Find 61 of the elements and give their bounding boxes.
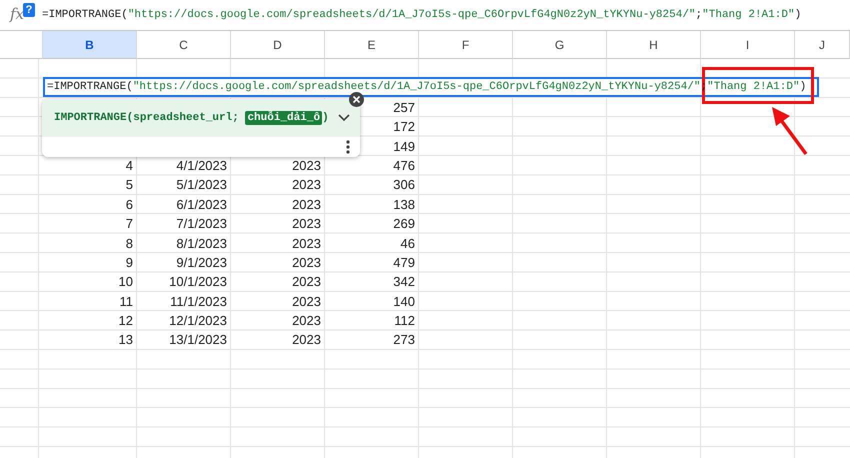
- cell-value: 9/1/2023: [176, 254, 227, 270]
- cell-value: 6: [126, 196, 133, 212]
- cell-value: 2023: [292, 274, 321, 290]
- cell-value: 269: [393, 216, 415, 232]
- cell-value: 10/1/2023: [169, 274, 227, 290]
- cell-value: 7: [126, 216, 133, 232]
- function-signature: IMPORTRANGE(spreadsheet_url; chuỗi_dải_ô ): [54, 110, 329, 126]
- cell-value: 13: [118, 332, 133, 348]
- function-icon: fx: [10, 7, 24, 22]
- cell-value: 13/1/2023: [169, 332, 227, 348]
- column-header[interactable]: D: [231, 31, 325, 59]
- cell-value: 2023: [292, 216, 321, 232]
- cell-value: 257: [393, 100, 415, 115]
- cell-value: 2023: [292, 332, 321, 348]
- column-header[interactable]: B: [43, 31, 137, 59]
- cell-value: 4: [126, 158, 133, 173]
- more-icon[interactable]: [346, 140, 350, 154]
- cell-value: 10: [118, 274, 133, 290]
- cell-value: 12/1/2023: [169, 313, 227, 328]
- cell-value: 149: [393, 138, 415, 154]
- column-header[interactable]: H: [607, 31, 701, 59]
- cell-value: 476: [393, 158, 415, 173]
- cell-value: 479: [393, 254, 415, 270]
- close-icon[interactable]: [349, 92, 364, 107]
- cell-value: 306: [393, 177, 415, 192]
- help-badge[interactable]: ?: [23, 3, 35, 17]
- cell-value: 9: [126, 254, 133, 270]
- arrow-icon: [772, 107, 808, 156]
- cell-value: 172: [393, 119, 415, 134]
- cell-value: 5: [126, 177, 133, 192]
- cell-value: 4/1/2023: [176, 158, 227, 173]
- column-header[interactable]: I: [701, 31, 795, 59]
- cell-value: 112: [394, 313, 415, 328]
- column-header[interactable]: J: [795, 31, 850, 59]
- cell-value: 273: [393, 332, 415, 348]
- cell-value: 2023: [292, 236, 321, 251]
- cell-value: 11: [120, 294, 133, 309]
- cell-value: 2023: [292, 177, 321, 192]
- cell-value: 12: [118, 313, 133, 328]
- cell-value: 2023: [292, 313, 321, 328]
- cell-value: 2023: [292, 158, 321, 173]
- cell-value: 2023: [292, 254, 321, 270]
- cell-value: 342: [393, 274, 415, 290]
- column-header[interactable]: E: [325, 31, 419, 59]
- column-header[interactable]: G: [513, 31, 607, 59]
- cell-value: 11/1/2023: [170, 294, 227, 309]
- column-header[interactable]: F: [419, 31, 513, 59]
- cell-value: 138: [393, 196, 415, 212]
- cell-value: 8: [126, 236, 133, 251]
- formula-input[interactable]: =IMPORTRANGE("https://docs.google.com/spreadsheets/d/1A_J7oI5s-qpe_C6OrpvLfG4gN0z2yN_tYKYNu-y8254/";"Thang 2!A1:D"): [42, 6, 802, 24]
- cell-value: 5/1/2023: [176, 177, 227, 192]
- cell-value: 2023: [292, 196, 321, 212]
- cell-value: 46: [400, 236, 415, 251]
- cell-value: 8/1/2023: [176, 236, 227, 251]
- cell-value: 140: [393, 294, 415, 309]
- column-header[interactable]: C: [137, 31, 231, 59]
- cell-value: 6/1/2023: [176, 196, 227, 212]
- chevron-icon[interactable]: [338, 114, 350, 122]
- cell-value: 2023: [292, 294, 321, 309]
- cell-editor[interactable]: =IMPORTRANGE("https://docs.google.com/spreadsheets/d/1A_J7oI5s-qpe_C6OrpvLfG4gN0z2yN_tYKYNu-y8254/";"Thang 2!A1:D"): [43, 77, 819, 97]
- cell-value: 7/1/2023: [176, 216, 227, 232]
